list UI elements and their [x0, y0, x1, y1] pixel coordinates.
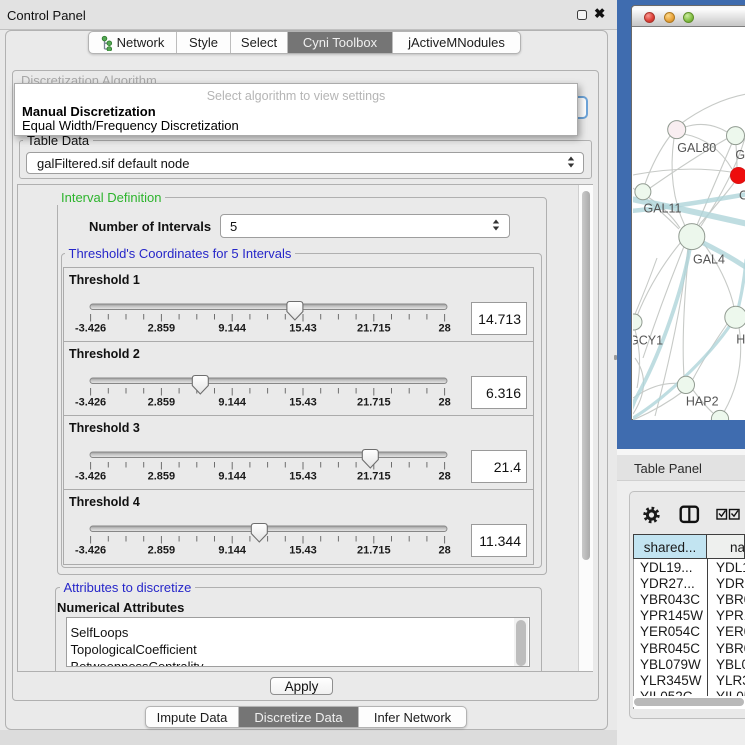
svg-text:2.859: 2.859 [148, 471, 176, 483]
svg-text:GAL11: GAL11 [644, 202, 682, 216]
svg-text:15.43: 15.43 [289, 471, 317, 483]
svg-text:21.715: 21.715 [357, 397, 391, 409]
svg-text:GCY1: GCY1 [633, 334, 663, 348]
svg-text:28: 28 [438, 397, 450, 409]
svg-text:28: 28 [438, 323, 450, 335]
svg-text:-3.426: -3.426 [75, 323, 106, 335]
svg-text:9.144: 9.144 [218, 323, 246, 335]
svg-text:15.43: 15.43 [289, 397, 317, 409]
svg-text:28: 28 [438, 471, 450, 483]
svg-text:-3.426: -3.426 [75, 545, 106, 557]
svg-text:15.43: 15.43 [289, 545, 317, 557]
svg-text:GAL4: GAL4 [693, 253, 725, 267]
svg-text:HAP2: HAP2 [686, 395, 719, 409]
svg-text:HAP: HAP [736, 333, 745, 347]
svg-text:2.859: 2.859 [148, 397, 176, 409]
svg-text:CDC1: CDC1 [739, 189, 745, 203]
svg-text:2.859: 2.859 [148, 323, 176, 335]
svg-text:21.715: 21.715 [357, 545, 391, 557]
svg-text:21.715: 21.715 [357, 323, 391, 335]
svg-text:9.144: 9.144 [218, 471, 246, 483]
svg-text:-3.426: -3.426 [75, 397, 106, 409]
svg-text:-3.426: -3.426 [75, 471, 106, 483]
svg-text:9.144: 9.144 [218, 545, 246, 557]
svg-text:GAL80: GAL80 [677, 141, 716, 155]
svg-text:2.859: 2.859 [148, 545, 176, 557]
svg-text:9.144: 9.144 [218, 397, 246, 409]
svg-text:15.43: 15.43 [289, 323, 317, 335]
svg-text:GAL3: GAL3 [735, 148, 745, 162]
svg-text:21.715: 21.715 [357, 471, 391, 483]
svg-text:28: 28 [438, 545, 450, 557]
